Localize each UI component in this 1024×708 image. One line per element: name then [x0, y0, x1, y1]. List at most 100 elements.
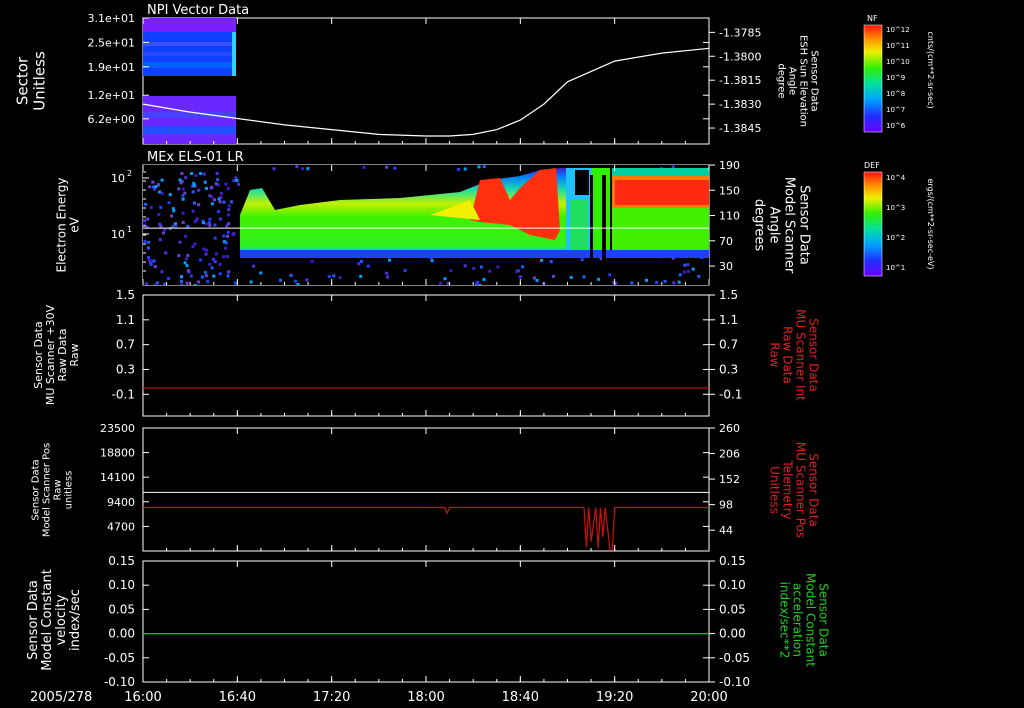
speckle-pixel: [185, 257, 188, 261]
speckle-pixel: [193, 201, 196, 205]
speckle-pixel: [229, 200, 233, 204]
speckle-pixel: [496, 265, 500, 269]
speckle-pixel: [305, 278, 309, 282]
speckle-pixel: [231, 233, 235, 237]
panel2-y2label: Sensor DataModel ScannerAngledegrees: [752, 177, 812, 274]
def-colorbar-units: ergs/(cm**2-sr-sec-eV): [926, 178, 935, 269]
speckle-pixel: [479, 265, 483, 269]
panel5-y-tick-label: -0.10: [104, 675, 135, 689]
speckle-pixel: [327, 275, 331, 279]
speckle-pixel: [357, 262, 361, 266]
panel5-y2-tick-label: 0.00: [719, 627, 746, 641]
panel2-y2-tick-label: 70: [719, 235, 733, 248]
speckle-pixel: [177, 187, 181, 191]
panel4-y2-tick-label: 206: [719, 448, 740, 461]
speckle-pixel: [171, 207, 175, 211]
speckle-pixel: [177, 254, 181, 257]
speckle-pixel: [597, 277, 601, 281]
panel2-y2-tick-label: 150: [719, 184, 740, 197]
panel1-y2label: Sensor DataESH Sun ElevationAngledegree: [776, 35, 820, 127]
panel5-y2label-line: Sensor Data: [817, 583, 831, 657]
speckle-pixel: [197, 203, 201, 207]
speckle-pixel: [235, 178, 239, 182]
speckle-pixel: [362, 165, 366, 169]
speckle-pixel: [143, 239, 147, 243]
speckle-pixel: [171, 224, 175, 228]
speckle-pixel: [220, 191, 223, 195]
speckle-pixel: [217, 210, 221, 214]
speckle-pixel: [206, 280, 210, 283]
nf-colorbar-tick: 10^8: [886, 90, 905, 98]
speckle-pixel: [310, 259, 314, 263]
speckle-pixel: [178, 240, 182, 244]
speckle-pixel: [332, 274, 336, 278]
speckle-pixel: [443, 277, 447, 281]
speckle-pixel: [147, 246, 150, 250]
speckle-pixel: [535, 278, 539, 282]
def-colorbar-tick: 10^3: [886, 204, 905, 212]
speckle-pixel: [215, 172, 219, 175]
def-colorbar-label: DEF: [864, 161, 880, 170]
panel1-y-tick-label: 1.9e+01: [88, 61, 135, 74]
panel3-y2-tick-label: 1.5: [719, 288, 738, 302]
panel4-ylabel: Sensor Data Model Scanner Pos Raw unitless: [31, 443, 75, 537]
panel5-ylabel-line: Sensor Data: [26, 580, 41, 660]
panel5-y2label-line: Model Constant: [804, 573, 818, 667]
panel5-y-tick-label: 0.10: [108, 578, 135, 592]
speckle-pixel: [178, 178, 182, 182]
speckle-pixel: [181, 220, 185, 224]
speckle-pixel: [580, 258, 584, 262]
speckle-pixel: [158, 238, 162, 242]
x-tick-label: 18:40: [502, 690, 539, 705]
panel5-ylabel-line: Model Constant: [40, 569, 55, 671]
panel4-ylabel-line: Raw: [53, 479, 64, 500]
x-tick-label: 19:20: [596, 690, 633, 705]
speckle-pixel: [222, 234, 226, 238]
panel2-y-tick-exp: 2: [127, 169, 132, 178]
speckle-pixel: [192, 184, 196, 187]
panel1-y2label-line: ESH Sun Elevation: [798, 35, 809, 127]
speckle-pixel: [167, 277, 170, 280]
speckle-pixel: [655, 280, 659, 284]
speckle-pixel: [393, 166, 397, 170]
scanner-pos-telemetry-line: [143, 506, 709, 551]
speckle-pixel: [218, 272, 222, 276]
speckle-pixel: [146, 217, 150, 221]
panel2-ylabel-line: Electron Energy: [55, 177, 69, 272]
npi-spectrogram: [143, 18, 236, 144]
panel1-ylabel-line: Unitless: [31, 51, 49, 111]
speckle-pixel: [252, 264, 256, 268]
speckle-pixel: [210, 195, 214, 199]
speckle-pixel: [677, 280, 681, 284]
speckle-pixel: [582, 275, 586, 279]
panel3-ylabel-line: Raw: [68, 343, 81, 366]
speckle-pixel: [144, 202, 147, 206]
speckle-pixel: [158, 190, 161, 194]
speckle-pixel: [213, 223, 217, 227]
speckle-pixel: [482, 165, 486, 169]
speckle-pixel: [683, 263, 687, 267]
panel1-y2label-line: Angle: [787, 67, 798, 95]
speckle-pixel: [226, 234, 229, 238]
speckle-pixel: [183, 261, 187, 265]
speckle-pixel: [208, 217, 212, 221]
speckle-pixel: [204, 274, 208, 278]
panel2-ylabel-line: eV: [68, 216, 82, 232]
panel2-y-tick-label: 10: [111, 228, 125, 241]
speckle-pixel: [210, 202, 214, 206]
speckle-pixel: [683, 270, 686, 274]
panel4-y2-tick-label: 98: [719, 499, 733, 512]
speckle-pixel: [155, 281, 159, 285]
speckle-pixel: [186, 253, 190, 257]
speckle-pixel: [149, 205, 153, 209]
speckle-pixel: [199, 172, 203, 175]
panel3-y2-tick-label: -0.1: [719, 387, 742, 401]
speckle-pixel: [678, 273, 682, 277]
panel4-ylabel-line: unitless: [64, 471, 75, 510]
speckle-pixel: [205, 248, 209, 252]
panel5-y2label-line: index/sec**2: [778, 582, 792, 659]
speckle-pixel: [645, 278, 648, 282]
speckle-pixel: [521, 265, 525, 269]
speckle-pixel: [532, 276, 536, 280]
speckle-pixel: [686, 263, 690, 267]
